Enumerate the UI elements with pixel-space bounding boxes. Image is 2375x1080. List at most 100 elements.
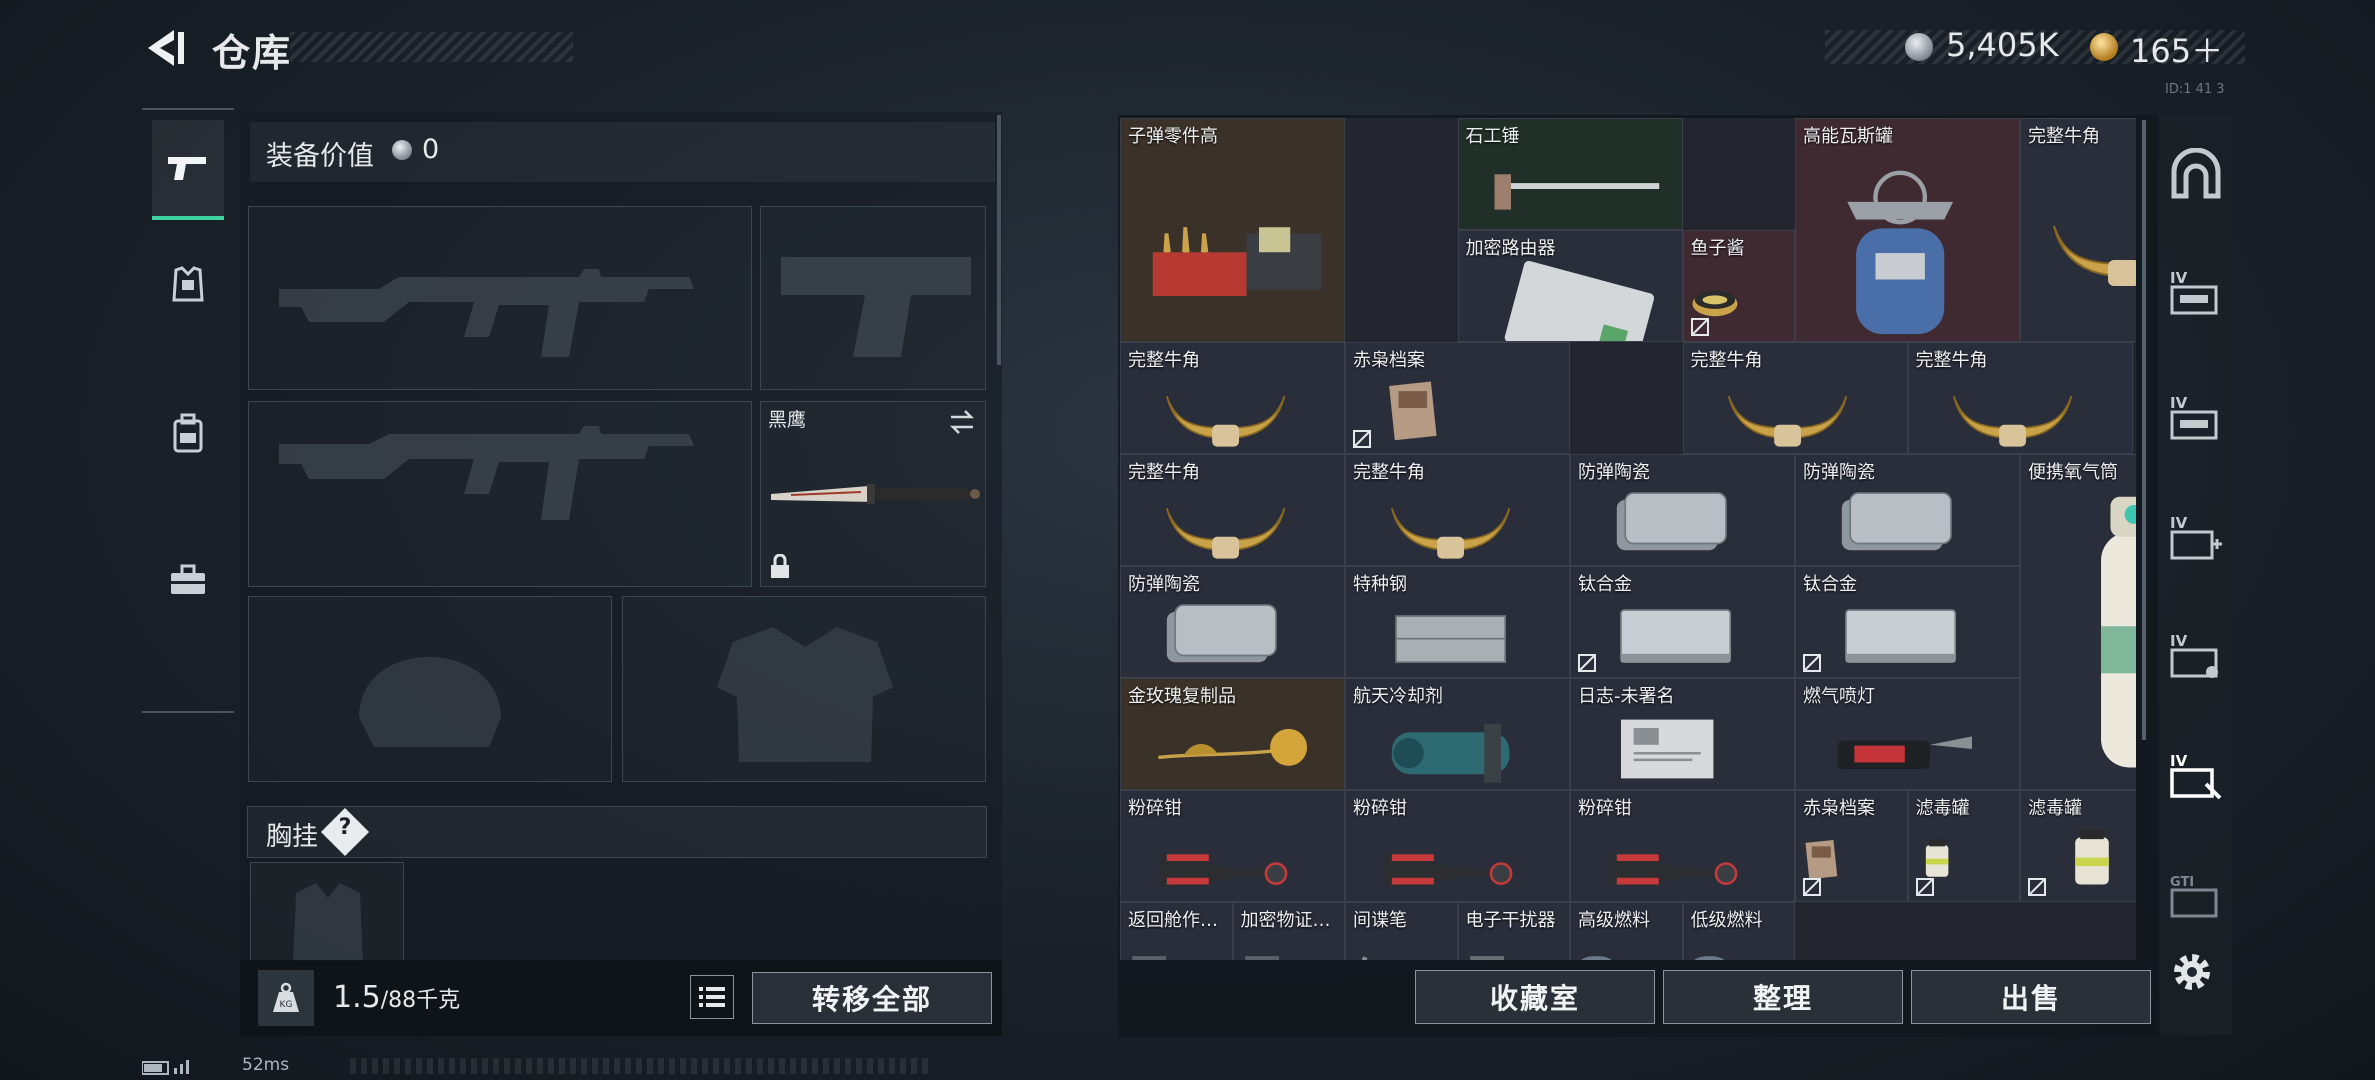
tab-storage-iv-3[interactable]: IV: [2168, 510, 2224, 566]
equipment-category-tabs: [142, 108, 234, 713]
inventory-item[interactable]: 日志-未署名: [1570, 678, 1795, 790]
inventory-item-label: 完整牛角: [1128, 350, 1200, 371]
inventory-item[interactable]: 完整牛角: [2020, 118, 2136, 342]
sell-button[interactable]: 出售: [1911, 970, 2151, 1024]
tab-firearm[interactable]: [152, 120, 224, 220]
inventory-item[interactable]: 赤枭档案: [1345, 342, 1570, 454]
inventory-item[interactable]: 特种钢: [1345, 566, 1570, 678]
inventory-item[interactable]: 完整牛角: [1120, 454, 1345, 566]
secondary-weapon-slot[interactable]: [248, 401, 752, 587]
horn-icon: [1165, 507, 1285, 559]
vault-button[interactable]: 收藏室: [1415, 970, 1655, 1024]
settings-gear-icon[interactable]: [2170, 950, 2214, 994]
inventory-item[interactable]: 钛合金: [1570, 566, 1795, 678]
toolbox-icon: [171, 564, 205, 594]
inventory-item[interactable]: 石工锤: [1457, 118, 1683, 230]
inventory-item[interactable]: 高能瓦斯罐: [1795, 118, 2020, 342]
inventory-item[interactable]: 子弹零件高: [1120, 118, 1345, 342]
jammer-icon: [1469, 956, 1504, 960]
melee-weapon-name: 黑鹰: [768, 409, 807, 431]
inventory-scrollbar[interactable]: [2142, 120, 2146, 740]
ceramic-plate-icon: [1616, 492, 1727, 551]
chest-rig-slot[interactable]: [250, 862, 404, 963]
armor-slot[interactable]: [622, 596, 986, 782]
weight-icon: KG: [258, 970, 314, 1026]
list-view-button[interactable]: [690, 975, 734, 1019]
tab-toolbox[interactable]: [152, 530, 224, 630]
sort-button[interactable]: 整理: [1663, 970, 1903, 1024]
tab-backpack[interactable]: [152, 383, 224, 483]
helmet-silhouette-icon: [359, 657, 501, 747]
primary-weapon-slot[interactable]: [248, 206, 752, 390]
inventory-item-label: 滤毒罐: [1915, 798, 1970, 819]
equipment-scrollbar[interactable]: [997, 115, 1001, 365]
inventory-item[interactable]: 完整牛角: [1345, 454, 1570, 566]
inventory-item[interactable]: 粉碎钳: [1120, 790, 1345, 902]
inventory-item[interactable]: 防弹陶瓷: [1120, 566, 1345, 678]
bolt-cutter-icon: [1607, 852, 1737, 887]
inventory-item[interactable]: 滤毒罐: [1907, 790, 2020, 902]
helmet-slot[interactable]: [248, 596, 612, 782]
inventory-item[interactable]: 滤毒罐: [2020, 790, 2136, 902]
unsearched-mark-icon: [1915, 878, 1934, 896]
inventory-item-label: 航天冷却剂: [1353, 686, 1443, 707]
inventory-item[interactable]: 便携氧气筒: [2020, 454, 2136, 790]
inventory-item[interactable]: 完整牛角: [1907, 342, 2133, 454]
svg-text:IV: IV: [2170, 752, 2188, 770]
back-arrow-icon[interactable]: [140, 26, 186, 70]
inventory-item[interactable]: 加密路由器: [1457, 230, 1683, 342]
tab-armor[interactable]: [152, 235, 224, 335]
inventory-item-label: 电子干扰器: [1465, 910, 1556, 931]
tab-storage-iv-1[interactable]: IV: [2168, 265, 2224, 321]
tab-storage-extra[interactable]: GTI: [2168, 868, 2224, 924]
title-decoration: [290, 32, 573, 62]
inventory-item[interactable]: 防弹陶瓷: [1795, 454, 2020, 566]
gold-currency-value[interactable]: 165＋: [2130, 26, 2223, 72]
inventory-item[interactable]: 返回舱作…: [1120, 902, 1233, 960]
swap-icon[interactable]: [947, 408, 977, 436]
inventory-item[interactable]: 航天冷却剂: [1345, 678, 1570, 790]
tab-storage-main[interactable]: [2168, 147, 2224, 204]
inventory-item-label: 防弹陶瓷: [1803, 462, 1875, 483]
inventory-item[interactable]: 间谍笔: [1345, 902, 1458, 960]
inventory-item[interactable]: 粉碎钳: [1570, 790, 1795, 902]
inventory-item[interactable]: 粉碎钳: [1345, 790, 1570, 902]
inventory-item[interactable]: 完整牛角: [1120, 342, 1345, 454]
help-icon[interactable]: ?: [330, 815, 360, 840]
steel-icon: [1394, 615, 1506, 664]
inventory-item-label: 赤枭档案: [1803, 798, 1875, 819]
unsearched-mark-icon: [1803, 878, 1821, 896]
inventory-item-label: 子弹零件高: [1128, 126, 1218, 147]
inventory-item[interactable]: 完整牛角: [1682, 342, 1908, 454]
tab-storage-iv-5-active[interactable]: IV: [2168, 748, 2224, 804]
inventory-item-label: 间谍笔: [1353, 910, 1407, 931]
inventory-item[interactable]: 赤枭档案: [1795, 790, 1908, 902]
inventory-item[interactable]: 金玫瑰复制品: [1120, 678, 1345, 790]
rifle-silhouette-icon: [279, 426, 694, 520]
inventory-item[interactable]: 高级燃料: [1570, 902, 1683, 960]
pistol-icon: [168, 157, 206, 180]
inventory-item[interactable]: 防弹陶瓷: [1570, 454, 1795, 566]
fuel-icon: [1693, 956, 1724, 960]
inventory-item[interactable]: 鱼子酱: [1682, 230, 1795, 342]
inventory-item[interactable]: 燃气喷灯: [1795, 678, 2020, 790]
transfer-all-button[interactable]: 转移全部: [752, 972, 992, 1024]
inventory-item-label: 高级燃料: [1578, 910, 1650, 931]
tab-storage-iv-2[interactable]: IV: [2168, 390, 2224, 446]
weight-max: /88千克: [380, 988, 461, 1013]
inventory-item-label: 粉碎钳: [1578, 798, 1632, 819]
inventory-item[interactable]: 低级燃料: [1682, 902, 1795, 960]
filter-canister-icon: [2074, 829, 2109, 885]
torch-icon: [1837, 736, 1972, 770]
unsearched-mark-icon: [1578, 654, 1596, 672]
silver-coin-icon: [392, 140, 412, 160]
svg-text:IV: IV: [2170, 514, 2188, 532]
arch-icon: [2171, 147, 2221, 199]
storage-box-icon: IV: [2170, 632, 2218, 678]
titanium-icon: [1619, 609, 1731, 664]
inventory-item[interactable]: 电子干扰器: [1457, 902, 1570, 960]
inventory-item[interactable]: 钛合金: [1795, 566, 2020, 678]
sidearm-slot[interactable]: [760, 206, 986, 390]
inventory-item[interactable]: 加密物证…: [1232, 902, 1345, 960]
tab-storage-iv-4[interactable]: IV: [2168, 628, 2224, 684]
